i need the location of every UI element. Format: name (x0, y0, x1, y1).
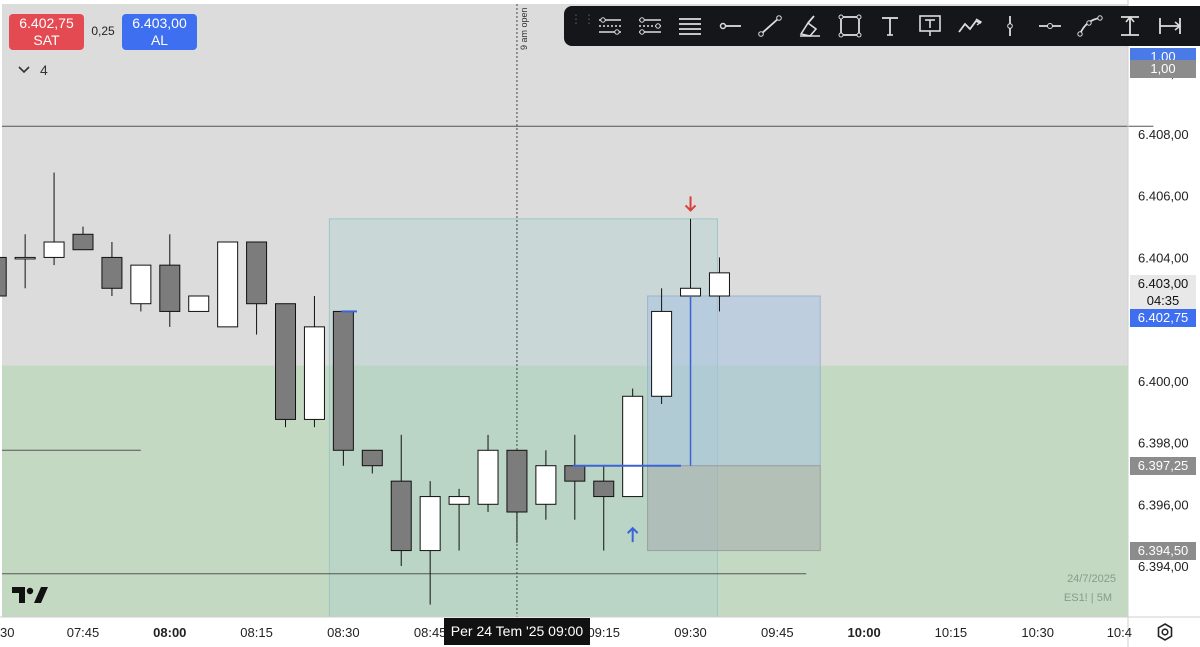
candle-body[interactable] (564, 465, 586, 482)
brush-icon[interactable] (790, 10, 830, 42)
candle-body[interactable] (72, 233, 94, 251)
time-tick-label: 10:4 (1107, 625, 1132, 640)
horizontal-ray-icon[interactable] (710, 10, 750, 42)
indicators-count: 4 (40, 62, 48, 78)
price-tick-label: 6.400,00 (1138, 374, 1189, 389)
crosshair-time-label: Per 24 Tem '25 09:00 (444, 618, 590, 645)
time-tick-label: 08:45 (414, 625, 447, 640)
candle-body[interactable] (101, 256, 123, 289)
long-position-icon[interactable] (1110, 10, 1150, 42)
candle-body[interactable] (130, 264, 152, 305)
time-tick-label: 07:45 (67, 625, 100, 640)
candle-body[interactable] (275, 303, 297, 420)
candle-body[interactable] (14, 256, 36, 260)
text-icon[interactable] (870, 10, 910, 42)
candle-body[interactable] (448, 496, 470, 505)
buy-price: 6.403,00 (132, 15, 187, 31)
indicators-toggle[interactable]: 4 (18, 62, 48, 78)
callout-icon[interactable] (910, 10, 950, 42)
price-axis-tag: 6.397,25 (1130, 456, 1196, 475)
candle-body[interactable] (622, 395, 644, 498)
regression-channel-icon[interactable] (630, 10, 670, 42)
sell-label: SAT (33, 32, 60, 48)
time-tick-label: 08:15 (240, 625, 273, 640)
price-axis-tag: 04:35 (1130, 291, 1196, 310)
stop-zone (647, 465, 821, 552)
candle-body[interactable] (0, 256, 7, 297)
price-tick-label: 6.404,00 (1138, 250, 1189, 265)
time-tick-label: 08:00 (153, 625, 186, 640)
time-tick-label: 10:15 (935, 625, 968, 640)
sell-price: 6.402,75 (19, 15, 74, 31)
candle-body[interactable] (43, 241, 65, 258)
candle-body[interactable] (680, 287, 702, 297)
candle-body[interactable] (332, 310, 354, 451)
price-tick-label: 6.408,00 (1138, 127, 1189, 142)
candlestick-chart[interactable]: 9 am open 6.394,00 6.396,00 6.398,00 6.400,0… (0, 0, 1200, 647)
path-icon[interactable] (950, 10, 990, 42)
candle-body[interactable] (217, 241, 239, 328)
price-tick-label: 6.394,00 (1138, 559, 1189, 574)
time-tick-label: 09:30 (674, 625, 707, 640)
chevron-down-icon (18, 66, 30, 74)
rectangle-icon[interactable] (830, 10, 870, 42)
fib-retracement-icon[interactable] (670, 10, 710, 42)
price-tick-label: 6.406,00 (1138, 189, 1189, 204)
candle-body[interactable] (477, 449, 499, 505)
candle-body[interactable] (506, 449, 528, 513)
target-zone (647, 295, 821, 467)
candle-body[interactable] (593, 480, 615, 498)
tradingview-logo-icon (12, 587, 48, 603)
symbol-label: ES1! | 5M (1063, 592, 1112, 604)
price-tick-label: 6.396,00 (1138, 497, 1189, 512)
spread-value: 0,25 (91, 24, 115, 38)
vertical-line-icon[interactable] (990, 10, 1030, 42)
settings-icon[interactable] (1155, 622, 1175, 642)
price-tick-label: 6.398,00 (1138, 436, 1189, 451)
time-tick-label: 09:45 (761, 625, 794, 640)
time-tick-label: 30 (0, 625, 14, 640)
candle-body[interactable] (651, 310, 673, 397)
candle-body[interactable] (708, 272, 730, 297)
chart-date-label: 24/7/2025 (1067, 573, 1116, 585)
buy-label: AL (150, 32, 169, 48)
candle-body[interactable] (188, 295, 210, 312)
cross-line-icon[interactable] (1030, 10, 1070, 42)
time-tick-label: 08:30 (327, 625, 360, 640)
time-tick-label: 10:30 (1021, 625, 1054, 640)
curve-icon[interactable] (1070, 10, 1110, 42)
time-tick-label: 10:00 (847, 625, 880, 640)
candle-body[interactable] (303, 326, 325, 420)
candle-body[interactable] (390, 480, 412, 552)
candle-body[interactable] (246, 241, 268, 305)
price-axis-tag: 6.403,00 (1130, 274, 1196, 293)
buy-button[interactable]: 6.403,00 AL (122, 14, 197, 50)
session-open-marker-label: 9 am open (519, 7, 529, 50)
price-axis-tag: 6.402,75 (1130, 308, 1196, 327)
candle-body[interactable] (361, 449, 383, 467)
parallel-channel-icon[interactable] (590, 10, 630, 42)
candle-body[interactable] (419, 496, 441, 552)
drag-handle-icon[interactable]: ⋮⋮ (570, 13, 595, 36)
candle-body[interactable] (159, 264, 181, 312)
time-tick-label: 09:15 (587, 625, 620, 640)
price-axis-tag: 6.394,50 (1130, 541, 1196, 560)
sell-button[interactable]: 6.402,75 SAT (9, 14, 84, 50)
chart-area[interactable]: 9 am open 6.394,00 6.396,00 6.398,00 6.400,0… (0, 0, 1200, 647)
short-position-icon[interactable] (1150, 10, 1190, 42)
trend-line-icon[interactable] (750, 10, 790, 42)
price-axis-tag: 1,00 (1130, 60, 1196, 79)
candle-body[interactable] (535, 465, 557, 505)
drawing-toolbar: ⋮⋮ (564, 6, 1200, 46)
